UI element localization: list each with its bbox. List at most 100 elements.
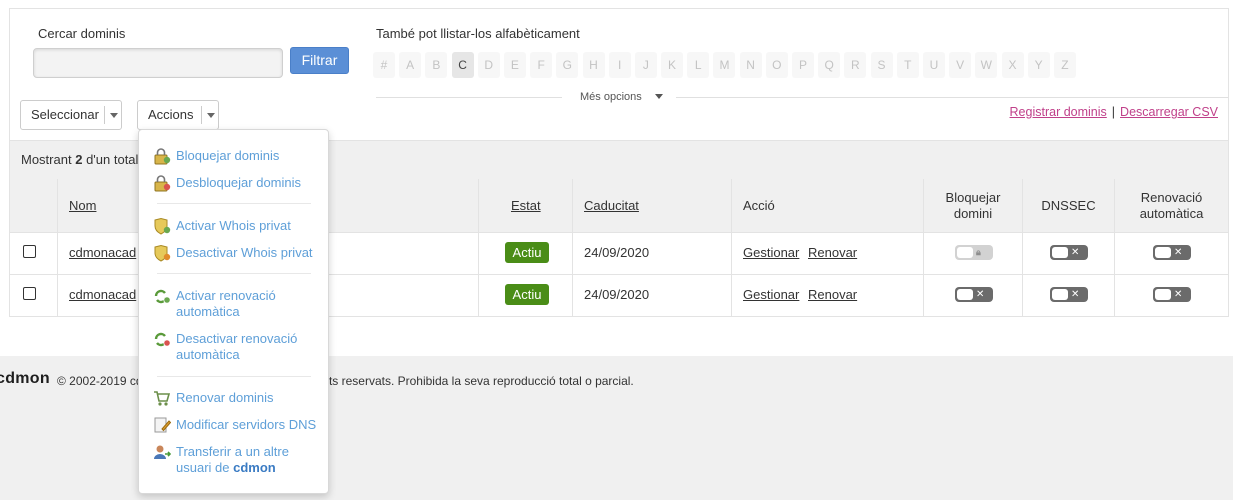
alphabet-letter[interactable]: P	[792, 52, 814, 78]
menu-item-label: Desactivar renovació automàtica	[176, 331, 298, 362]
alphabet-letter[interactable]: L	[687, 52, 710, 78]
menu-item-deactivate-whois[interactable]: Desactivar Whois privat	[153, 245, 323, 262]
renewal-cell: ✕	[1115, 275, 1228, 316]
summary-count: 2	[75, 152, 83, 167]
filter-button[interactable]: Filtrar	[290, 47, 349, 74]
alphabet-letter[interactable]: G	[556, 52, 579, 78]
more-options-label: Més opcions	[580, 91, 642, 103]
alphabet-letter[interactable]: Y	[1027, 52, 1050, 78]
lock-cell: ✕	[924, 275, 1023, 316]
alphabet-letter[interactable]: B	[425, 52, 448, 78]
alphabet-letter[interactable]: #	[373, 52, 395, 78]
close-icon: ✕	[1174, 289, 1183, 300]
search-label: Cercar dominis	[38, 26, 126, 41]
alphabet-letter[interactable]: F	[530, 52, 553, 78]
action-cell: Gestionar Renovar	[732, 275, 924, 316]
menu-item-lock-domains[interactable]: Bloquejar dominis	[153, 148, 323, 165]
user-transfer-icon	[154, 445, 171, 459]
header-action-label: Acció	[743, 198, 775, 213]
alphabet-letter[interactable]: D	[477, 52, 500, 78]
alphabet-letter[interactable]: H	[582, 52, 605, 78]
dnssec-toggle[interactable]: ✕	[1050, 245, 1088, 260]
select-dropdown-label: Seleccionar	[31, 107, 99, 122]
select-dropdown[interactable]: Seleccionar	[20, 100, 122, 130]
header-expiry-label: Caducitat	[584, 198, 639, 213]
dnssec-toggle[interactable]: ✕	[1050, 287, 1088, 302]
dropdown-divider	[201, 106, 202, 124]
menu-item-unlock-domains[interactable]: Desbloquejar dominis	[153, 175, 323, 192]
close-icon: ✕	[1071, 247, 1080, 258]
alphabet-letter[interactable]: R	[844, 52, 867, 78]
renew-link[interactable]: Renovar	[808, 245, 857, 260]
status-badge: Actiu	[505, 284, 549, 305]
close-icon: ✕	[1174, 247, 1183, 258]
chevron-down-icon	[110, 113, 118, 118]
renewal-cell: ✕	[1115, 233, 1228, 274]
renew-link[interactable]: Renovar	[808, 287, 857, 302]
header-expiry[interactable]: Caducitat	[573, 179, 732, 232]
header-status[interactable]: Estat	[479, 179, 573, 232]
menu-item-renew-domains[interactable]: Renovar dominis	[153, 390, 323, 406]
alphabet-letter[interactable]: K	[661, 52, 684, 78]
alphabet-label: També pot llistar-los alfabèticament	[376, 26, 580, 41]
refresh-icon	[154, 289, 171, 304]
toggle-knob	[1052, 289, 1068, 300]
alphabet-letter[interactable]: A	[399, 52, 422, 78]
menu-item-deactivate-autorenew[interactable]: Desactivar renovació automàtica	[153, 331, 323, 363]
menu-item-modify-dns[interactable]: Modificar servidors DNS	[153, 417, 323, 433]
alphabet-letter[interactable]: W	[975, 52, 998, 78]
menu-item-activate-whois[interactable]: Activar Whois privat	[153, 218, 323, 235]
alphabet-letter[interactable]: E	[503, 52, 526, 78]
autorenew-toggle[interactable]: ✕	[1153, 287, 1191, 302]
autorenew-toggle[interactable]: ✕	[1153, 245, 1191, 260]
header-name-label: Nom	[69, 198, 97, 213]
alphabet-letter[interactable]: O	[765, 52, 788, 78]
menu-item-label: Desactivar Whois privat	[176, 245, 313, 260]
search-input[interactable]	[33, 48, 283, 78]
shield-icon	[154, 218, 171, 235]
chevron-down-icon	[655, 94, 663, 99]
actions-dropdown[interactable]: Accions	[137, 100, 219, 130]
header-renewal: Renovació automàtica	[1115, 179, 1228, 232]
alphabet-letter[interactable]: S	[870, 52, 893, 78]
menu-item-label: Transferir a un altre usuari de cdmon	[153, 444, 323, 476]
action-cell: Gestionar Renovar	[732, 233, 924, 274]
manage-link[interactable]: Gestionar	[743, 287, 799, 302]
domain-name-link[interactable]: cdmonacad	[69, 287, 136, 302]
toggle-knob	[957, 247, 973, 258]
status-cell: Actiu	[479, 233, 573, 274]
manage-link[interactable]: Gestionar	[743, 245, 799, 260]
alphabet-letter[interactable]: U	[922, 52, 945, 78]
row-checkbox[interactable]	[23, 287, 36, 300]
cart-icon	[154, 391, 171, 406]
lock-icon: 🔒︎	[976, 247, 981, 257]
menu-divider	[157, 203, 311, 204]
alphabet-letter[interactable]: N	[739, 52, 762, 78]
close-icon: ✕	[976, 289, 985, 300]
header-status-label: Estat	[511, 198, 541, 213]
download-csv-link[interactable]: Descarregar CSV	[1120, 105, 1218, 119]
dnssec-cell: ✕	[1023, 275, 1115, 316]
menu-item-activate-autorenew[interactable]: Activar renovació automàtica	[153, 288, 323, 320]
alphabet-letter[interactable]: I	[608, 52, 631, 78]
dnssec-cell: ✕	[1023, 233, 1115, 274]
alphabet-letter[interactable]: C	[451, 52, 474, 78]
cdmon-logo: cdmon	[0, 370, 50, 387]
alphabet-letter[interactable]: Q	[818, 52, 841, 78]
alphabet-letter[interactable]: Z	[1053, 52, 1076, 78]
summary-prefix: Mostrant	[21, 152, 72, 167]
alphabet-letter[interactable]: T	[896, 52, 919, 78]
menu-item-transfer-user[interactable]: Transferir a un altre usuari de cdmon	[153, 444, 323, 476]
alphabet-letter[interactable]: X	[1001, 52, 1024, 78]
alphabet-letter[interactable]: M	[713, 52, 736, 78]
alphabet-letter[interactable]: V	[949, 52, 972, 78]
register-domains-link[interactable]: Registrar dominis	[1010, 105, 1107, 119]
lock-toggle[interactable]: ✕	[955, 287, 993, 302]
menu-item-label: Bloquejar dominis	[176, 148, 280, 163]
alphabet-letter[interactable]: J	[634, 52, 657, 78]
shield-icon	[154, 245, 171, 262]
domain-name-link[interactable]: cdmonacad	[69, 245, 136, 260]
row-checkbox[interactable]	[23, 245, 36, 258]
header-lock: Bloquejar domini	[924, 179, 1023, 232]
more-options-toggle[interactable]: Més opcions	[562, 88, 676, 106]
